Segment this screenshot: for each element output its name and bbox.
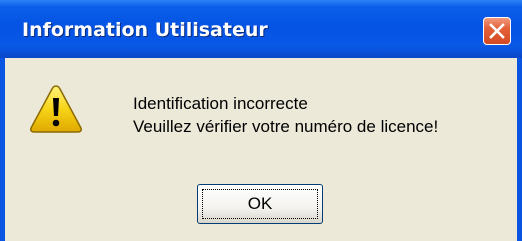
message-text: Identification incorrecte Veuillez vérif… (133, 92, 438, 138)
close-icon (489, 23, 505, 39)
message-line-1: Identification incorrecte (133, 94, 308, 113)
message-line-2: Veuillez vérifier votre numéro de licenc… (133, 117, 439, 136)
close-button[interactable] (483, 17, 511, 45)
warning-icon (30, 85, 82, 133)
ok-button-label: OK (202, 189, 318, 219)
ok-button[interactable]: OK (197, 184, 323, 224)
dialog-window: Information Utilisateur Identification i… (0, 0, 522, 241)
title-bar[interactable]: Information Utilisateur (0, 0, 522, 58)
dialog-body: Identification incorrecte Veuillez vérif… (5, 58, 517, 241)
window-title: Information Utilisateur (22, 19, 268, 41)
